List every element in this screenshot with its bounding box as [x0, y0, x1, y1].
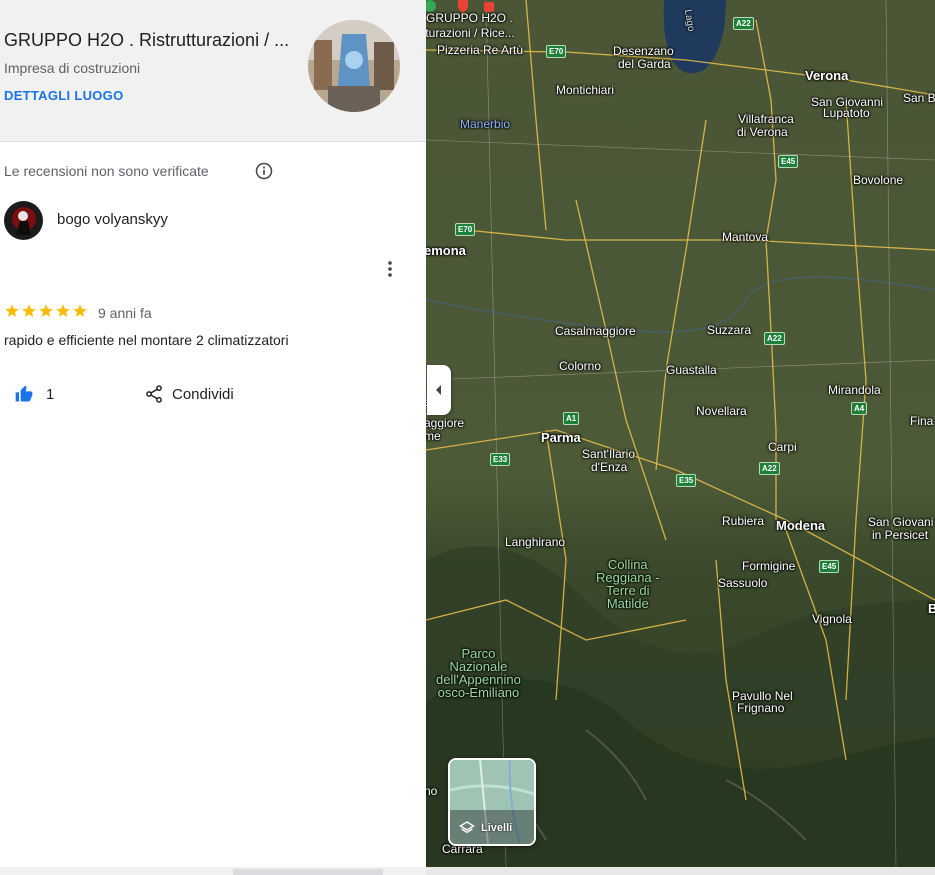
- map-label[interactable]: Frignano: [737, 702, 784, 715]
- place-category: Impresa di costruzioni: [4, 60, 141, 76]
- map-label[interactable]: Vignola: [812, 613, 852, 626]
- road-shield: A1: [563, 412, 580, 425]
- road-shield: E70: [455, 223, 476, 236]
- map-label[interactable]: di Verona: [737, 126, 788, 139]
- map-label[interactable]: Lupatoto: [823, 107, 870, 120]
- star-icon: [56, 304, 70, 317]
- like-count: 1: [46, 385, 55, 403]
- layers-icon: [459, 821, 475, 834]
- chevron-left-icon: [436, 385, 441, 395]
- road-shield: A22: [759, 462, 780, 475]
- map-label[interactable]: Parma: [541, 431, 581, 444]
- map-label[interactable]: Fina: [910, 415, 933, 428]
- road-shield: E45: [819, 560, 840, 573]
- place-photo[interactable]: [308, 20, 400, 112]
- reviewer-name[interactable]: bogo volyanskyy: [57, 211, 168, 228]
- share-button[interactable]: Condividi: [144, 380, 234, 408]
- review-text: rapido e efficiente nel montare 2 climat…: [4, 332, 289, 348]
- map-label[interactable]: Suzzara: [707, 324, 751, 337]
- place-title: GRUPPO H2O . Ristrutturazioni / ...: [4, 30, 290, 50]
- map-label[interactable]: GRUPPO H2O .: [426, 12, 513, 25]
- map-label[interactable]: Langhirano: [505, 536, 565, 549]
- park-label[interactable]: Collina Reggiana - Terre di Matilde: [596, 558, 660, 610]
- map-label[interactable]: emona: [426, 244, 466, 257]
- map-label[interactable]: Modena: [776, 519, 825, 532]
- collapse-panel-button[interactable]: [427, 365, 451, 415]
- road-shield: E70: [546, 45, 567, 58]
- star-icon: [5, 304, 19, 317]
- road-shield: A22: [733, 17, 754, 30]
- star-icon: [22, 304, 36, 317]
- map-label[interactable]: Bovolone: [853, 174, 903, 187]
- place-header: GRUPPO H2O . Ristrutturazioni / ... Impr…: [0, 0, 426, 142]
- map-label[interactable]: Montichiari: [556, 84, 614, 97]
- map-label[interactable]: no: [426, 785, 437, 798]
- map-label[interactable]: del Garda: [618, 58, 671, 71]
- map-label[interactable]: Colorno: [559, 360, 601, 373]
- map-label[interactable]: tturazioni / Rice...: [426, 27, 515, 40]
- reviewer-avatar[interactable]: [4, 201, 43, 240]
- satellite-map[interactable]: GRUPPO H2O . tturazioni / Rice... Pizzeria…: [426, 0, 935, 867]
- map-label[interactable]: San B: [903, 92, 935, 105]
- map-label[interactable]: B: [928, 602, 935, 615]
- star-icon: [73, 304, 87, 317]
- map-label[interactable]: Rubiera: [722, 515, 764, 528]
- road-shield: E33: [490, 453, 511, 466]
- road-shield: A4: [851, 402, 868, 415]
- map-label[interactable]: Novellara: [696, 405, 747, 418]
- place-panel: GRUPPO H2O . Ristrutturazioni / ... Impr…: [0, 0, 426, 875]
- map-label[interactable]: Guastalla: [666, 364, 717, 377]
- map-label[interactable]: d'Enza: [591, 461, 627, 474]
- map-label[interactable]: me: [426, 430, 441, 443]
- unverified-reviews-notice: Le recensioni non sono verificate: [4, 163, 209, 179]
- road-shield: E35: [676, 474, 697, 487]
- road-shield: E45: [778, 155, 799, 168]
- map-label[interactable]: Casalmaggiore: [555, 325, 636, 338]
- like-button[interactable]: 1: [14, 380, 54, 408]
- map-label[interactable]: Mantova: [722, 231, 768, 244]
- map-label[interactable]: Manerbio: [460, 118, 510, 131]
- map-label[interactable]: Pizzeria Re Artù: [437, 44, 523, 57]
- map-label[interactable]: Sassuolo: [718, 577, 767, 590]
- map-label[interactable]: Carpi: [768, 441, 797, 454]
- map-label[interactable]: in Persicet: [872, 529, 928, 542]
- layers-button[interactable]: Livelli: [448, 758, 536, 846]
- more-options-icon[interactable]: [380, 258, 400, 280]
- map-label[interactable]: Verona: [805, 69, 848, 82]
- star-rating: [4, 303, 88, 321]
- review-age: 9 anni fa: [98, 305, 152, 321]
- star-icon: [39, 304, 53, 317]
- park-label[interactable]: Parco Nazionale dell'Appennino osco-Emilian…: [436, 647, 521, 699]
- road-shield: A22: [764, 332, 785, 345]
- info-icon[interactable]: [255, 162, 273, 180]
- layers-label: Livelli: [481, 822, 513, 834]
- park-label-line: osco-Emiliano: [437, 685, 520, 700]
- map-label[interactable]: Mirandola: [828, 384, 881, 397]
- share-label: Condividi: [172, 385, 234, 403]
- share-icon: [146, 385, 162, 403]
- thumbs-up-icon: [15, 385, 33, 402]
- map-bottom-bar: [426, 867, 935, 875]
- place-details-link[interactable]: DETTAGLI LUOGO: [4, 88, 124, 103]
- map-label[interactable]: Formigine: [742, 560, 795, 573]
- park-label-line: Matilde: [606, 596, 649, 611]
- scrollbar-thumb[interactable]: [233, 869, 383, 875]
